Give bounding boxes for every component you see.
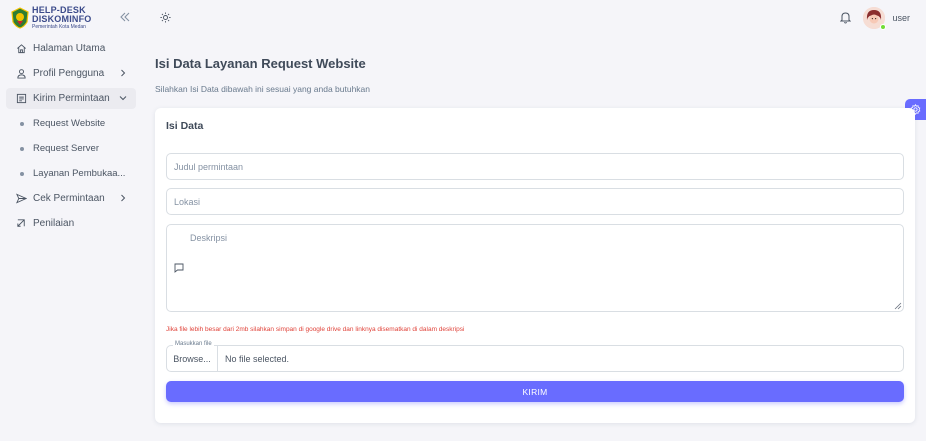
brand-subtitle: Pemerintah Kota Medan <box>32 24 86 30</box>
chevron-down-icon <box>119 96 127 101</box>
bullet-icon <box>20 147 24 151</box>
city-emblem-icon <box>11 7 29 29</box>
sidebar-item-label: Halaman Utama <box>33 43 106 54</box>
sidebar-item-profil-pengguna[interactable]: Profil Pengguna <box>6 63 136 84</box>
home-icon <box>17 44 26 54</box>
sidebar-subitem-label: Layanan Pembukaa... <box>33 168 126 179</box>
judul-placeholder: Judul permintaan <box>174 161 244 172</box>
sidebar-item-kirim-permintaan[interactable]: Kirim Permintaan <box>6 88 136 109</box>
notification-bell-icon[interactable] <box>840 11 851 24</box>
sidebar-item-label: Penilaian <box>33 218 75 229</box>
comment-icon <box>174 263 184 273</box>
deskripsi-textarea[interactable]: Deskripsi <box>166 224 904 312</box>
browse-button[interactable]: Browse... <box>167 346 218 371</box>
sidebar-menu: Halaman Utama Profil Pengguna Kirim Perm… <box>6 38 136 238</box>
card-title: Isi Data <box>166 120 204 132</box>
page-title: Isi Data Layanan Request Website <box>155 56 366 71</box>
top-navbar: user <box>142 0 926 36</box>
sidebar-item-penilaian[interactable]: Penilaian <box>6 213 136 234</box>
lokasi-placeholder: Lokasi <box>174 196 201 207</box>
avatar[interactable] <box>863 7 886 30</box>
kirim-button[interactable]: KIRIM <box>166 381 904 402</box>
sidebar-subitem-label: Request Website <box>33 118 106 129</box>
sidebar: HELP-DESK DISKOMINFO Pemerintah Kota Med… <box>0 0 142 441</box>
sidebar-subitem-label: Request Server <box>33 143 100 154</box>
sidebar-subitem-request-server[interactable]: Request Server <box>6 138 136 159</box>
brand-logo[interactable]: HELP-DESK DISKOMINFO Pemerintah Kota Med… <box>10 6 92 30</box>
page-subtitle: Silahkan Isi Data dibawah ini sesuai yan… <box>155 84 371 94</box>
sidebar-item-label: Profil Pengguna <box>33 68 105 79</box>
sidebar-subitem-layanan-pembukaan[interactable]: Layanan Pembukaa... <box>6 163 136 184</box>
request-form-card: Isi Data Judul permintaan Lokasi Deskrip… <box>155 108 915 423</box>
file-status: No file selected. <box>225 354 290 364</box>
sidebar-item-label: Kirim Permintaan <box>33 93 110 104</box>
send-icon <box>16 193 27 204</box>
username[interactable]: user <box>892 13 910 23</box>
online-status-dot <box>880 24 886 30</box>
chevron-right-icon <box>121 194 126 202</box>
file-size-warning: Jika file lebih besar dari 2mb silahkan … <box>166 326 465 333</box>
lokasi-input[interactable]: Lokasi <box>166 188 904 215</box>
file-upload-field[interactable]: Masukkan file Browse... No file selected… <box>166 341 904 372</box>
deskripsi-placeholder: Deskripsi <box>190 233 228 243</box>
collapse-sidebar-icon[interactable] <box>119 11 131 23</box>
resize-handle-icon[interactable] <box>894 302 902 310</box>
judul-permintaan-input[interactable]: Judul permintaan <box>166 153 904 180</box>
user-icon <box>17 69 26 79</box>
sidebar-item-halaman-utama[interactable]: Halaman Utama <box>6 38 136 59</box>
bullet-icon <box>20 122 24 126</box>
form-icon <box>16 93 27 104</box>
sidebar-subitem-request-website[interactable]: Request Website <box>6 113 136 134</box>
brand-title-2: DISKOMINFO <box>32 14 92 24</box>
sidebar-item-cek-permintaan[interactable]: Cek Permintaan <box>6 188 136 209</box>
bullet-icon <box>20 172 24 176</box>
rating-icon <box>17 219 25 227</box>
theme-toggle-sun-icon[interactable] <box>160 12 171 23</box>
sidebar-item-label: Cek Permintaan <box>33 193 105 204</box>
chevron-right-icon <box>121 69 126 77</box>
